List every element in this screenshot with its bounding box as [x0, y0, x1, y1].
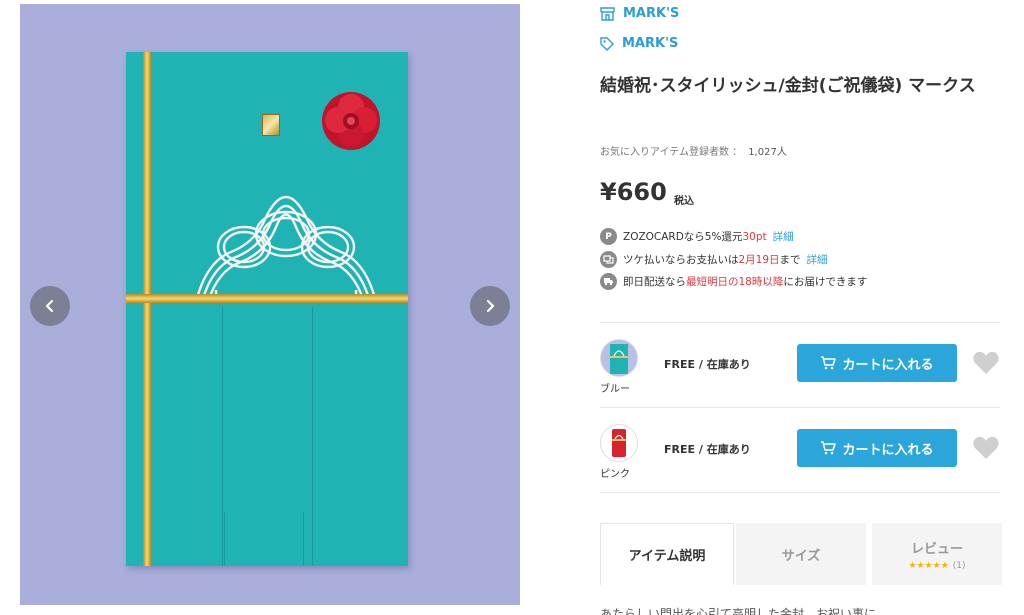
delivery-suffix: にお届けできます — [783, 276, 868, 288]
divider — [600, 322, 1000, 323]
tab-size-label: サイズ — [781, 548, 821, 564]
review-stars: ★★★★★ (1) — [908, 561, 965, 571]
white-mizuhiki-cord — [194, 196, 378, 303]
tab-size[interactable]: サイズ — [736, 523, 866, 585]
variant-swatch-blue[interactable] — [600, 339, 638, 377]
tsuke-payment-icon — [600, 251, 617, 268]
favorite-count: お気に入りアイテム登録者数 ： 1,027人 — [600, 143, 787, 158]
tsuke-date: 2月19日 — [738, 254, 780, 266]
variant-stock: FREE / 在庫あり — [664, 358, 751, 371]
variant-row-pink: ピンク FREE / 在庫あり カートに入れる — [600, 424, 1000, 494]
cart-icon — [821, 356, 837, 370]
product-tabs: アイテム説明 サイズ レビュー ★★★★★ (1) — [600, 523, 1002, 585]
shop-name[interactable]: MARK'S — [623, 6, 679, 21]
variant-color-label: ピンク — [600, 469, 630, 480]
variant-color-label: ブルー — [600, 384, 630, 395]
points-icon: P — [600, 228, 617, 245]
product-image-panel — [20, 4, 520, 605]
image-next-button[interactable] — [470, 286, 510, 326]
zozocard-benefit: P ZOZOCARDなら5%還元 30pt 詳細 — [600, 228, 794, 245]
variant-swatch-pink[interactable] — [600, 424, 638, 462]
chevron-right-icon — [486, 299, 495, 313]
blue-envelope-thumbnail — [610, 344, 628, 374]
gold-seal — [262, 114, 280, 136]
tab-review[interactable]: レビュー ★★★★★ (1) — [872, 523, 1002, 585]
variant-row-blue: ブルー FREE / 在庫あり カートに入れる — [600, 339, 1000, 409]
add-to-cart-label: カートに入れる — [842, 442, 934, 458]
tsuke-benefit: ツケ払いならお支払いは 2月19日 まで 詳細 — [600, 251, 828, 268]
envelope-fold — [222, 307, 223, 566]
delivery-highlight: 最短明日の18時以降 — [686, 276, 784, 288]
product-title: 結婚祝･スタイリッシュ/金封(ご祝儀袋) マークス — [600, 76, 976, 96]
cart-icon — [821, 441, 837, 455]
tab-description-label: アイテム説明 — [628, 549, 706, 564]
shop-icon — [600, 6, 615, 21]
zozocard-points: 30pt — [742, 230, 767, 243]
add-to-cart-label: カートに入れる — [842, 357, 934, 373]
red-knot-flower — [322, 92, 380, 150]
gold-band-horizontal — [126, 294, 408, 303]
image-prev-button[interactable] — [30, 286, 70, 326]
favorite-heart-icon[interactable] — [972, 435, 1000, 461]
gold-stripe-vertical — [143, 52, 151, 566]
product-price: ¥660 — [600, 178, 667, 206]
zozocard-text: ZOZOCARDなら5%還元 — [623, 231, 743, 243]
brand-link[interactable]: MARK'S — [600, 36, 678, 51]
favorite-count-value: 1,027人 — [748, 147, 787, 158]
shop-link[interactable]: MARK'S — [600, 6, 679, 21]
tab-description[interactable]: アイテム説明 — [600, 523, 734, 585]
product-image-envelope — [126, 52, 408, 566]
envelope-fold — [312, 307, 313, 566]
variant-stock: FREE / 在庫あり — [664, 443, 751, 456]
divider — [600, 407, 1000, 408]
envelope-bottom-flap — [224, 512, 304, 566]
tag-icon — [600, 36, 614, 51]
brand-name[interactable]: MARK'S — [622, 36, 678, 51]
pink-envelope-thumbnail — [612, 429, 626, 457]
description-text-partial: あたらしい門出を心引て高明した金封。お祝い事に。 — [600, 607, 889, 615]
star-rating-icon: ★★★★★ — [908, 560, 949, 571]
add-to-cart-button[interactable]: カートに入れる — [797, 429, 957, 467]
tab-review-label: レビュー — [910, 541, 963, 557]
delivery-benefit: 即日配送なら 最短明日の18時以降 にお届けできます — [600, 273, 867, 290]
tsuke-suffix: まで — [779, 254, 801, 266]
favorite-count-label: お気に入りアイテム登録者数 ： — [600, 147, 743, 158]
tsuke-text: ツケ払いならお支払いは — [623, 254, 739, 266]
chevron-left-icon — [45, 299, 54, 313]
add-to-cart-button[interactable]: カートに入れる — [797, 344, 957, 382]
tax-label: 税込 — [674, 196, 694, 207]
divider — [600, 492, 1000, 493]
product-page: MARK'S MARK'S 結婚祝･スタイリッシュ/金封(ご祝儀袋) マークス … — [0, 0, 1024, 615]
delivery-text: 即日配送なら — [623, 276, 686, 288]
review-count: (1) — [952, 560, 966, 571]
favorite-heart-icon[interactable] — [972, 350, 1000, 376]
truck-icon — [600, 273, 617, 290]
zozocard-detail-link[interactable]: 詳細 — [773, 229, 794, 244]
tsuke-detail-link[interactable]: 詳細 — [807, 252, 828, 267]
